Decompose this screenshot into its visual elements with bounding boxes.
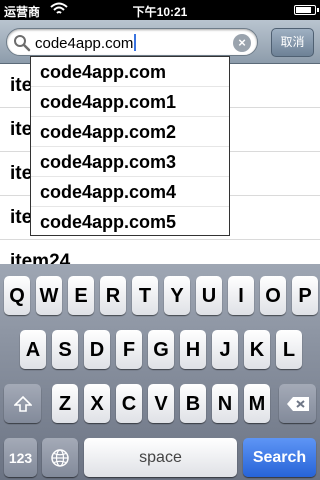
key-l[interactable]: L	[276, 330, 302, 369]
key-e[interactable]: E	[68, 276, 94, 315]
suggestion-item[interactable]: code4app.com2	[31, 117, 229, 147]
cancel-button[interactable]: 取消	[271, 28, 314, 57]
globe-icon	[51, 448, 69, 467]
key-p[interactable]: P	[292, 276, 318, 315]
delete-icon	[286, 396, 309, 411]
key-d[interactable]: D	[84, 330, 110, 369]
keyboard: 123 space Search QWERTYUIOP ASDFGHJKL ZXCV…	[0, 264, 320, 480]
key-c[interactable]: C	[116, 384, 142, 423]
key-y[interactable]: Y	[164, 276, 190, 315]
numbers-key[interactable]: 123	[4, 438, 37, 477]
search-icon	[13, 34, 31, 52]
suggestion-item[interactable]: code4app.com3	[31, 147, 229, 177]
key-w[interactable]: W	[36, 276, 62, 315]
key-h[interactable]: H	[180, 330, 206, 369]
suggestion-item[interactable]: code4app.com1	[31, 87, 229, 117]
delete-key[interactable]	[279, 384, 316, 423]
key-s[interactable]: S	[52, 330, 78, 369]
key-v[interactable]: V	[148, 384, 174, 423]
search-query-text: code4app.com	[35, 34, 137, 52]
clear-icon[interactable]: ×	[233, 34, 251, 52]
globe-key[interactable]	[42, 438, 78, 477]
app-screen: 运营商 下午10:21 item20item21item22item23item…	[0, 0, 320, 480]
key-g[interactable]: G	[148, 330, 174, 369]
status-bar: 运营商 下午10:21	[0, 0, 320, 20]
key-i[interactable]: I	[228, 276, 254, 315]
search-input[interactable]: code4app.com ×	[6, 28, 258, 56]
key-u[interactable]: U	[196, 276, 222, 315]
suggestion-item[interactable]: code4app.com5	[31, 207, 229, 237]
suggestion-item[interactable]: code4app.com	[31, 57, 229, 87]
key-m[interactable]: M	[244, 384, 270, 423]
shift-key[interactable]	[4, 384, 41, 423]
key-q[interactable]: Q	[4, 276, 30, 315]
key-o[interactable]: O	[260, 276, 286, 315]
key-k[interactable]: K	[244, 330, 270, 369]
key-f[interactable]: F	[116, 330, 142, 369]
key-t[interactable]: T	[132, 276, 158, 315]
key-z[interactable]: Z	[52, 384, 78, 423]
key-j[interactable]: J	[212, 330, 238, 369]
space-key[interactable]: space	[84, 438, 237, 477]
shift-icon	[13, 395, 32, 412]
text-caret	[134, 34, 137, 51]
autocomplete-popup: code4app.com code4app.com1 code4app.com2 co…	[30, 56, 230, 236]
key-b[interactable]: B	[180, 384, 206, 423]
key-x[interactable]: X	[84, 384, 110, 423]
suggestion-item[interactable]: code4app.com4	[31, 177, 229, 207]
battery-icon	[294, 5, 319, 15]
key-r[interactable]: R	[100, 276, 126, 315]
key-n[interactable]: N	[212, 384, 238, 423]
search-key[interactable]: Search	[243, 438, 316, 477]
key-a[interactable]: A	[20, 330, 46, 369]
status-time: 下午10:21	[132, 5, 188, 19]
